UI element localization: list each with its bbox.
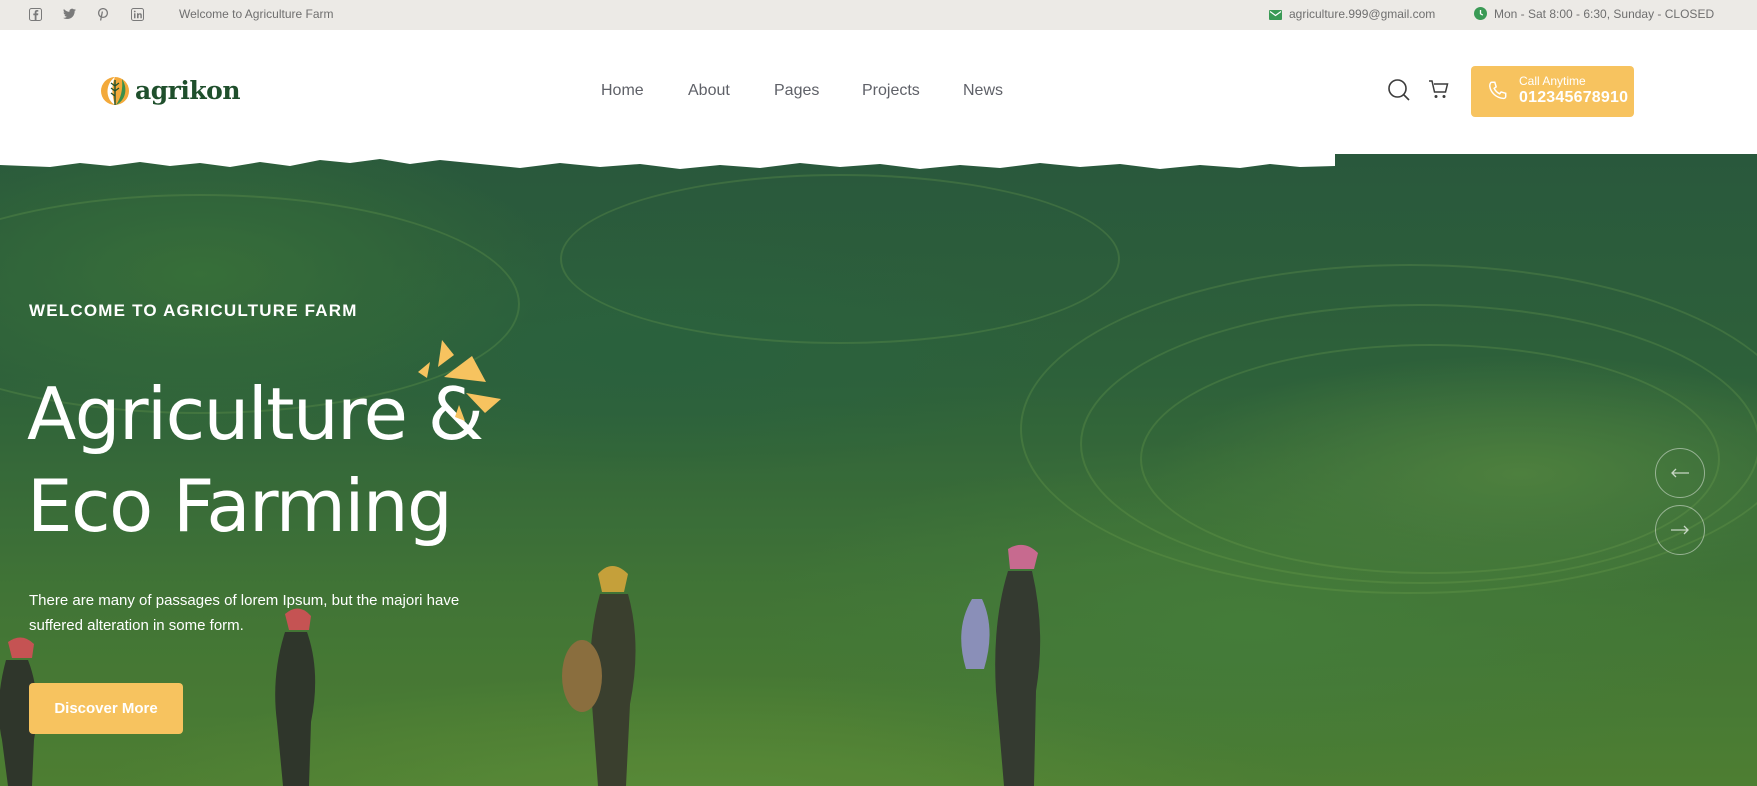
sunburst-decoration [418,340,501,421]
nav-pages[interactable]: Pages [774,82,819,100]
logo[interactable]: agrikon [99,72,241,108]
call-number: 012345678910 [1519,89,1629,106]
farmer-figure [562,566,636,786]
nav-home[interactable]: Home [601,82,644,100]
hero-title-line2: Eco Farming [27,464,453,548]
nav-about[interactable]: About [688,82,730,100]
facebook-icon[interactable] [28,7,42,21]
slider-next-arrow-icon[interactable] [1655,505,1705,555]
hero-paragraph: There are many of passages of lorem Ipsu… [29,592,460,634]
email-icon [1269,9,1282,23]
nav-projects[interactable]: Projects [862,82,920,100]
welcome-text: Welcome to Agriculture Farm [179,7,334,21]
email-link[interactable]: agriculture.999@gmail.com [1289,7,1435,21]
farmer-figure [961,544,1041,786]
hero-eyebrow: WELCOME TO AGRICULTURE FARM [29,301,358,320]
cart-icon[interactable] [1428,78,1452,102]
wheat-leaf-icon [101,77,129,105]
discover-more-button[interactable]: Discover More [29,683,183,734]
torn-paper-edge [0,154,1335,169]
clock-icon [1474,7,1487,23]
top-bar: Welcome to Agriculture Farm agriculture.… [0,0,1757,30]
pinterest-icon[interactable] [96,7,110,21]
call-label: Call Anytime [1519,74,1586,88]
hero-slider: WELCOME TO AGRICULTURE FARM Agriculture … [0,154,1757,786]
logo-text: agrikon [135,75,241,105]
opening-hours: Mon - Sat 8:00 - 6:30, Sunday - CLOSED [1494,7,1715,21]
linkedin-icon[interactable] [130,7,144,21]
twitter-icon[interactable] [62,7,76,21]
phone-icon [1487,80,1509,107]
search-icon[interactable] [1387,78,1411,102]
nav-news[interactable]: News [963,82,1003,100]
slider-prev-arrow-icon[interactable] [1655,448,1705,498]
call-anytime-button[interactable]: Call Anytime 012345678910 [1471,66,1634,117]
site-header: agrikon Home About Pages Projects News C… [0,30,1757,154]
